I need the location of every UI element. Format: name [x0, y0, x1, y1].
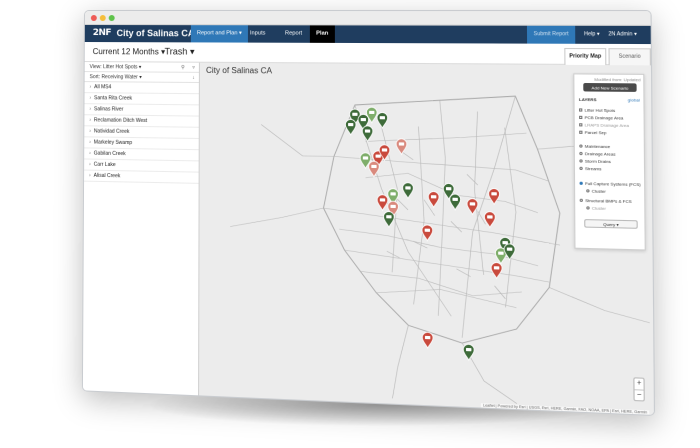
radio-icon[interactable] [579, 159, 583, 164]
chevron-right-icon: › [89, 95, 92, 102]
hot-spot-pin[interactable] [467, 199, 478, 215]
browser-window: 2NF City of Salinas CA Report and Plan ▾… [81, 10, 656, 417]
filter-icon[interactable]: ▿ [192, 63, 195, 73]
hot-spot-pin[interactable] [450, 194, 461, 210]
title-bar [84, 10, 651, 26]
sidebar: View: Litter Hot Spots ▾ ⚲ ▿ Sort: Recei… [82, 62, 200, 398]
search-icon[interactable]: ⚲ [181, 63, 185, 73]
tab-report[interactable]: Report [279, 25, 309, 42]
zoom-out-button[interactable]: − [635, 390, 644, 401]
zoom-control: + − [633, 377, 645, 402]
map-canvas[interactable]: City of Salinas CA Modified from: Update… [199, 62, 654, 417]
hot-spot-pin[interactable] [345, 119, 356, 135]
chevron-right-icon: › [89, 139, 91, 146]
radio-icon[interactable] [579, 167, 583, 171]
group-toggle[interactable]: Storm Drains [579, 158, 611, 164]
hot-spot-pin[interactable] [428, 191, 439, 207]
radio-icon[interactable] [579, 152, 583, 156]
group-toggle[interactable]: Streams [579, 166, 601, 171]
hot-spot-pin[interactable] [396, 139, 407, 155]
hot-spot-pin[interactable] [369, 161, 380, 177]
chevron-right-icon: › [89, 161, 91, 168]
metric-dropdown[interactable]: Trash ▾ [165, 46, 195, 57]
radio-icon[interactable] [586, 189, 590, 193]
sort-label[interactable]: Sort: Receiving Water ▾ [90, 74, 142, 80]
hot-spot-pin[interactable] [377, 112, 388, 128]
radio-selected-icon[interactable] [579, 182, 583, 186]
sort-selector[interactable]: Sort: Receiving Water ▾ ↓ [84, 72, 199, 84]
hot-spot-pin[interactable] [422, 332, 433, 348]
query-button[interactable]: Query ▾ [584, 219, 638, 229]
layer-toggle[interactable]: LRAPS Drainage Area [579, 122, 629, 128]
sort-direction-icon[interactable]: ↓ [192, 73, 195, 83]
tab-priority-map[interactable]: Priority Map [564, 47, 607, 66]
city-name: City of Salinas CA [116, 28, 195, 39]
add-scenario-button[interactable]: Add New Scenario [583, 82, 637, 92]
hot-spot-pin[interactable] [504, 244, 515, 260]
layer-toggle[interactable]: Litter Hot Spots [579, 107, 615, 113]
zoom-in-button[interactable]: + [634, 378, 644, 391]
chevron-right-icon: › [89, 84, 92, 91]
checkbox-icon[interactable] [579, 123, 583, 127]
hot-spot-pin[interactable] [403, 183, 414, 199]
close-window-icon[interactable] [90, 15, 97, 22]
minimize-window-icon[interactable] [99, 15, 106, 22]
view-label[interactable]: View: Litter Hot Spots ▾ [90, 64, 142, 70]
radio-icon[interactable] [586, 206, 590, 211]
hot-spot-pin[interactable] [463, 344, 474, 360]
checkbox-icon[interactable] [579, 131, 583, 135]
hot-spot-pin[interactable] [377, 195, 388, 211]
group-toggle[interactable]: Maintenance [579, 143, 610, 149]
hot-spot-pin[interactable] [489, 188, 500, 204]
tab-inputs[interactable]: Inputs [244, 25, 272, 42]
chevron-right-icon: › [89, 172, 91, 179]
help-menu[interactable]: Help ▾ [584, 26, 600, 44]
top-navbar: 2NF City of Salinas CA Report and Plan ▾… [84, 24, 651, 45]
tab-scenario[interactable]: Scenario [608, 48, 651, 66]
option-structural-cluster[interactable]: Cluster [586, 205, 606, 211]
tab-plan[interactable]: Plan [309, 25, 335, 43]
checkbox-icon[interactable] [579, 108, 583, 113]
radio-icon[interactable] [579, 199, 583, 203]
chevron-right-icon: › [89, 117, 92, 124]
layers-panel: Modified from: Updated Add New Scenario … [573, 73, 646, 251]
receiving-water-list: › All MS4 › Santa Rita Creek › Salinas Rive… [84, 82, 199, 184]
option-fcs-cluster[interactable]: Cluster [586, 188, 606, 194]
layers-global-link[interactable]: global [628, 97, 640, 102]
scenario-note: Modified from: Updated [594, 76, 641, 83]
hot-spot-pin[interactable] [484, 212, 495, 228]
checkbox-icon[interactable] [579, 116, 583, 120]
chevron-right-icon: › [89, 128, 91, 135]
period-dropdown[interactable]: Current 12 Months ▾ [93, 47, 165, 56]
maximize-window-icon[interactable] [108, 15, 115, 22]
option-fcs[interactable]: Full Capture Systems (FCS) [579, 181, 641, 187]
list-item[interactable]: › Alisal Creek [84, 170, 199, 184]
submit-report-button[interactable]: Submit Report [526, 25, 576, 44]
group-toggle[interactable]: Drainage Areas [579, 151, 615, 157]
tab-report-and-plan[interactable]: Report and Plan ▾ [190, 25, 249, 43]
chevron-right-icon: › [89, 106, 92, 113]
layer-toggle[interactable]: Parcel Sep [579, 130, 606, 135]
hot-spot-pin[interactable] [362, 126, 373, 142]
app-logo[interactable]: 2NF [93, 28, 111, 38]
layers-label: LAYERS [578, 96, 597, 103]
hot-spot-pin[interactable] [422, 225, 433, 241]
chevron-right-icon: › [89, 150, 91, 157]
hot-spot-pin[interactable] [384, 211, 395, 227]
user-menu[interactable]: 2N Admin ▾ [608, 26, 637, 44]
stage: 2NF City of Salinas CA Report and Plan ▾… [0, 0, 700, 448]
option-structural[interactable]: Structural BMPs & FCS [579, 198, 632, 204]
layer-toggle[interactable]: PCB Drainage Area [579, 115, 623, 121]
radio-icon[interactable] [579, 144, 583, 149]
hot-spot-pin[interactable] [491, 262, 502, 278]
